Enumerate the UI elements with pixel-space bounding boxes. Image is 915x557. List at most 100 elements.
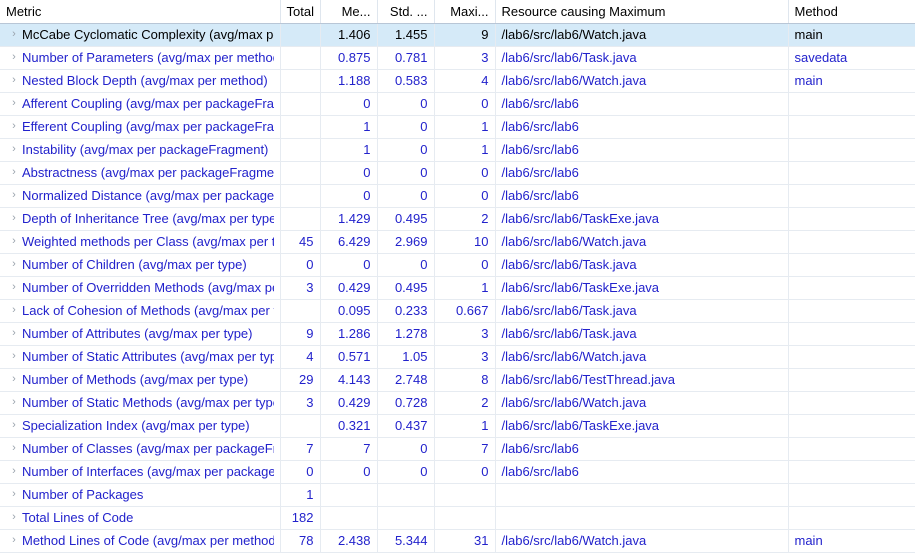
metric-cell[interactable]: › Number of Static Attributes (avg/max pe… [0, 345, 281, 369]
metric-cell[interactable]: › Number of Attributes (avg/max per type) [0, 322, 281, 346]
metric-cell[interactable]: › Abstractness (avg/max per packageFragme… [0, 161, 281, 185]
resource-path[interactable]: /lab6/src/lab6/Task.java [495, 322, 789, 346]
table-row[interactable]: › McCabe Cyclomatic Complexity (avg/max p… [0, 23, 915, 47]
chevron-right-icon[interactable]: › [6, 121, 22, 132]
resource-path[interactable]: /lab6/src/lab6/TestThread.java [495, 368, 789, 392]
resource-path[interactable]: /lab6/src/lab6 [495, 92, 789, 116]
method-name[interactable] [788, 506, 915, 530]
resource-path[interactable]: /lab6/src/lab6/TaskExe.java [495, 207, 789, 231]
method-name[interactable]: savedata [788, 46, 915, 70]
table-row[interactable]: › Number of Overridden Methods (avg/max p… [0, 276, 915, 300]
resource-path[interactable]: /lab6/src/lab6/Task.java [495, 46, 789, 70]
table-row[interactable]: › Number of Methods (avg/max per type) 29 4… [0, 368, 915, 392]
resource-path[interactable]: /lab6/src/lab6 [495, 115, 789, 139]
metric-cell[interactable]: › Total Lines of Code [0, 506, 281, 530]
metric-cell[interactable]: › Number of Parameters (avg/max per metho… [0, 46, 281, 70]
metric-cell[interactable]: › Number of Children (avg/max per type) [0, 253, 281, 277]
chevron-right-icon[interactable]: › [6, 213, 22, 224]
method-name[interactable] [788, 92, 915, 116]
resource-path[interactable]: /lab6/src/lab6/Watch.java [495, 69, 789, 93]
resource-path[interactable]: /lab6/src/lab6/TaskExe.java [495, 276, 789, 300]
method-name[interactable] [788, 276, 915, 300]
resource-path[interactable] [495, 506, 789, 530]
table-row[interactable]: › Method Lines of Code (avg/max per metho… [0, 529, 915, 553]
table-row[interactable]: › Number of Attributes (avg/max per type)… [0, 322, 915, 346]
table-row[interactable]: › Lack of Cohesion of Methods (avg/max pe… [0, 299, 915, 323]
method-name[interactable] [788, 414, 915, 438]
metric-cell[interactable]: › Afferent Coupling (avg/max per packageF… [0, 92, 281, 116]
method-name[interactable] [788, 460, 915, 484]
chevron-right-icon[interactable]: › [6, 397, 22, 408]
method-name[interactable]: main [788, 23, 915, 47]
chevron-right-icon[interactable]: › [6, 374, 22, 385]
column-header-total[interactable]: Total [280, 0, 321, 24]
table-body[interactable]: › McCabe Cyclomatic Complexity (avg/max p… [0, 23, 915, 553]
metric-cell[interactable]: › Number of Classes (avg/max per packageF… [0, 437, 281, 461]
method-name[interactable] [788, 115, 915, 139]
table-row[interactable]: › Efferent Coupling (avg/max per packageF… [0, 115, 915, 139]
table-row[interactable]: › Specialization Index (avg/max per type)… [0, 414, 915, 438]
chevron-right-icon[interactable]: › [6, 98, 22, 109]
table-row[interactable]: › Weighted methods per Class (avg/max per… [0, 230, 915, 254]
resource-path[interactable]: /lab6/src/lab6/Watch.java [495, 345, 789, 369]
table-row[interactable]: › Number of Children (avg/max per type) 0 0… [0, 253, 915, 277]
resource-path[interactable]: /lab6/src/lab6 [495, 437, 789, 461]
table-row[interactable]: › Number of Parameters (avg/max per metho… [0, 46, 915, 70]
chevron-right-icon[interactable]: › [6, 305, 22, 316]
metric-cell[interactable]: › Number of Interfaces (avg/max per packa… [0, 460, 281, 484]
method-name[interactable] [788, 207, 915, 231]
column-header-mean[interactable]: Me... [320, 0, 378, 24]
chevron-right-icon[interactable]: › [6, 282, 22, 293]
resource-path[interactable]: /lab6/src/lab6 [495, 161, 789, 185]
method-name[interactable] [788, 322, 915, 346]
metric-cell[interactable]: › Normalized Distance (avg/max per packag… [0, 184, 281, 208]
table-row[interactable]: › Abstractness (avg/max per packageFragme… [0, 161, 915, 185]
metric-cell[interactable]: › Specialization Index (avg/max per type) [0, 414, 281, 438]
column-header-resource[interactable]: Resource causing Maximum [495, 0, 789, 24]
method-name[interactable] [788, 161, 915, 185]
table-row[interactable]: › Total Lines of Code 182 [0, 506, 915, 530]
metric-cell[interactable]: › Number of Overridden Methods (avg/max p… [0, 276, 281, 300]
method-name[interactable]: main [788, 529, 915, 553]
column-header-std[interactable]: Std. ... [377, 0, 435, 24]
metric-cell[interactable]: › Number of Static Methods (avg/max per t… [0, 391, 281, 415]
chevron-right-icon[interactable]: › [6, 512, 22, 523]
resource-path[interactable] [495, 483, 789, 507]
metric-cell[interactable]: › Efferent Coupling (avg/max per packageF… [0, 115, 281, 139]
method-name[interactable] [788, 391, 915, 415]
chevron-right-icon[interactable]: › [6, 328, 22, 339]
resource-path[interactable]: /lab6/src/lab6/Watch.java [495, 23, 789, 47]
method-name[interactable]: main [788, 69, 915, 93]
method-name[interactable] [788, 437, 915, 461]
method-name[interactable] [788, 230, 915, 254]
chevron-right-icon[interactable]: › [6, 351, 22, 362]
resource-path[interactable]: /lab6/src/lab6/TaskExe.java [495, 414, 789, 438]
table-row[interactable]: › Number of Packages 1 [0, 483, 915, 507]
chevron-right-icon[interactable]: › [6, 535, 22, 546]
table-row[interactable]: › Depth of Inheritance Tree (avg/max per … [0, 207, 915, 231]
resource-path[interactable]: /lab6/src/lab6 [495, 460, 789, 484]
table-row[interactable]: › Number of Static Methods (avg/max per t… [0, 391, 915, 415]
chevron-right-icon[interactable]: › [6, 489, 22, 500]
metric-cell[interactable]: › Instability (avg/max per packageFragmen… [0, 138, 281, 162]
column-header-maximum[interactable]: Maxi... [434, 0, 496, 24]
table-row[interactable]: › Number of Static Attributes (avg/max pe… [0, 345, 915, 369]
resource-path[interactable]: /lab6/src/lab6/Task.java [495, 253, 789, 277]
chevron-right-icon[interactable]: › [6, 443, 22, 454]
metric-cell[interactable]: › Number of Methods (avg/max per type) [0, 368, 281, 392]
resource-path[interactable]: /lab6/src/lab6 [495, 138, 789, 162]
chevron-right-icon[interactable]: › [6, 259, 22, 270]
chevron-right-icon[interactable]: › [6, 420, 22, 431]
metric-cell[interactable]: › Weighted methods per Class (avg/max per… [0, 230, 281, 254]
method-name[interactable] [788, 138, 915, 162]
method-name[interactable] [788, 345, 915, 369]
chevron-right-icon[interactable]: › [6, 167, 22, 178]
method-name[interactable] [788, 253, 915, 277]
resource-path[interactable]: /lab6/src/lab6/Watch.java [495, 230, 789, 254]
metric-cell[interactable]: › Nested Block Depth (avg/max per method) [0, 69, 281, 93]
chevron-right-icon[interactable]: › [6, 29, 22, 40]
method-name[interactable] [788, 368, 915, 392]
table-row[interactable]: › Number of Interfaces (avg/max per packa… [0, 460, 915, 484]
resource-path[interactable]: /lab6/src/lab6/Watch.java [495, 391, 789, 415]
method-name[interactable] [788, 483, 915, 507]
